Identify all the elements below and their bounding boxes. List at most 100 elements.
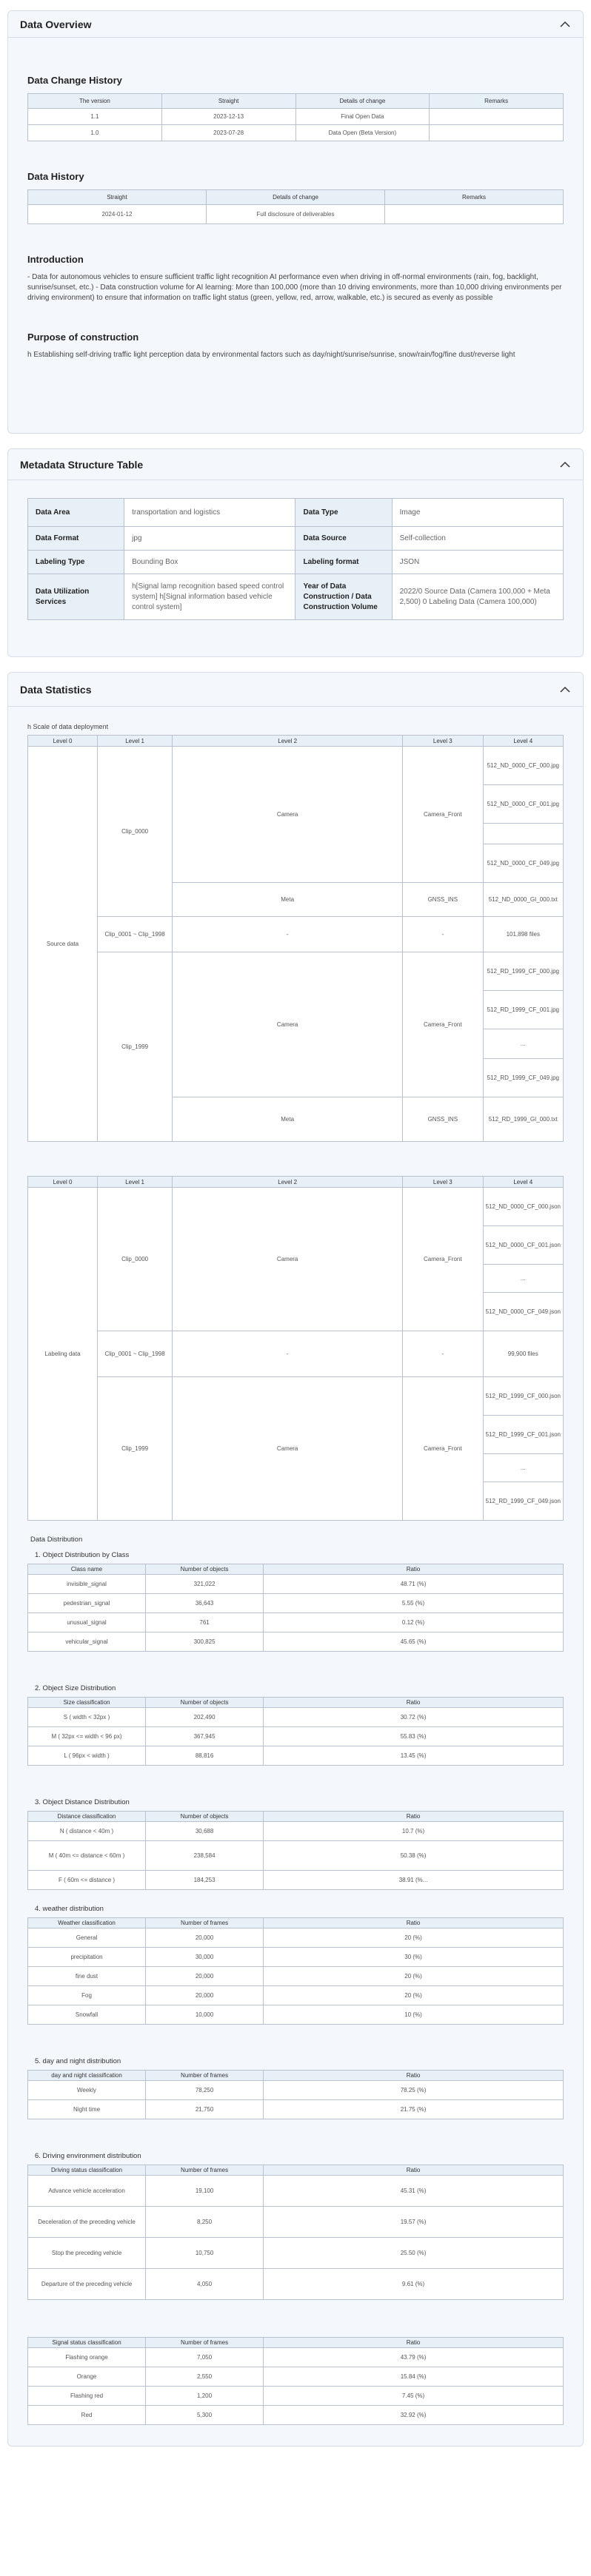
table-cell: precipitation — [27, 1947, 147, 1967]
meta-key: Data Source — [295, 526, 393, 551]
file-name-cell: 512_RD_1999_CF_000.jpg — [482, 952, 564, 991]
table-cell: 38.91 (%... — [263, 1870, 564, 1890]
table-cell: 48.71 (%) — [263, 1574, 564, 1594]
distribution-table: Weather classification Number of frames Ra… — [27, 1917, 564, 2025]
table-cell: 7,050 — [145, 2347, 264, 2367]
level1-cell: Clip_1999 — [96, 952, 173, 1142]
level3-cell: Camera_Front — [402, 1187, 484, 1331]
table-cell: 1.1 — [27, 108, 162, 125]
table-row: Labeling Type Bounding Box Labeling form… — [27, 550, 564, 574]
distribution-block: Signal status classification Number of fr… — [27, 2337, 564, 2425]
distribution-table: Distance classification Number of objects… — [27, 1811, 564, 1890]
distribution-table: Driving status classification Number of f… — [27, 2165, 564, 2300]
column-header: Details of change — [295, 93, 430, 109]
table-row: Advance vehicle acceleration 19,100 45.31 … — [27, 2175, 564, 2207]
table-cell: L ( 96px < width ) — [27, 1746, 147, 1766]
table-cell: 32.92 (%) — [263, 2405, 564, 2425]
column-header: Ratio — [263, 1917, 564, 1928]
meta-value: Bounding Box — [124, 550, 296, 574]
table-cell: 2023-12-13 — [161, 108, 296, 125]
table-row: S ( width < 32px ) 202,490 30.72 (%) — [27, 1707, 564, 1727]
distribution-tables: 1. Object Distribution by Class Class nam… — [27, 1551, 564, 2425]
overview-panel-header[interactable]: Data Overview — [8, 11, 583, 38]
distribution-block: 3. Object Distance Distribution Distance … — [27, 1798, 564, 1890]
table-row: M ( 40m <= distance < 60m ) 238,584 50.38 … — [27, 1840, 564, 1871]
table-cell: pedestrian_signal — [27, 1593, 147, 1613]
file-name-cell: 512_ND_0000_CF_000.jpg — [482, 746, 564, 785]
table-cell: 238,584 — [145, 1840, 264, 1871]
column-header: Distance classification — [27, 1811, 147, 1822]
column-header: Driving status classification — [27, 2165, 147, 2176]
column-header: Ratio — [263, 2337, 564, 2348]
metadata-table: Data Area transportation and logistics D… — [27, 498, 564, 620]
table-row: Data Utilization Services h[Signal lamp … — [27, 574, 564, 620]
table-cell: 30.72 (%) — [263, 1707, 564, 1727]
table-cell: 761 — [145, 1612, 264, 1632]
chevron-up-icon[interactable] — [559, 19, 571, 30]
table-cell: 30 (%) — [263, 1947, 564, 1967]
level3-cell: GNSS_INS — [402, 1097, 484, 1142]
file-name-cell: 512_ND_0000_CF_001.jpg — [482, 784, 564, 824]
table-cell: Flashing orange — [27, 2347, 147, 2367]
file-name-cell: 512_RD_1999_CF_049.jpg — [482, 1058, 564, 1097]
column-header: Number of frames — [145, 2165, 264, 2176]
column-header: Number of objects — [145, 1564, 264, 1575]
table-row: Fog 20,000 20 (%) — [27, 1985, 564, 2005]
table-cell: 2024-01-12 — [27, 204, 207, 224]
meta-key: Labeling format — [295, 550, 393, 574]
column-header: Level 0 — [27, 735, 98, 747]
table-cell: 30,000 — [145, 1947, 264, 1967]
overview-body: Data Change History The version Straight… — [8, 38, 583, 375]
column-header: Weather classification — [27, 1917, 147, 1928]
chevron-up-icon[interactable] — [559, 459, 571, 471]
distribution-block: 5. day and night distribution day and nig… — [27, 2057, 564, 2119]
chevron-up-icon[interactable] — [559, 684, 571, 696]
table-cell: 5.55 (%) — [263, 1593, 564, 1613]
column-header: day and night classification — [27, 2070, 147, 2081]
statistics-body: h Scale of data deployment Level 0 Level… — [8, 707, 583, 2446]
table-cell: 20,000 — [145, 1928, 264, 1948]
meta-key: Labeling Type — [27, 550, 125, 574]
meta-value: h[Signal lamp recognition based speed co… — [124, 574, 296, 620]
metadata-panel-header[interactable]: Metadata Structure Table — [8, 449, 583, 480]
file-name-cell — [482, 823, 564, 844]
table-cell: 202,490 — [145, 1707, 264, 1727]
table-row: Snowfall 10,000 10 (%) — [27, 2005, 564, 2025]
column-header: Level 1 — [96, 1176, 173, 1188]
table-cell: 10 (%) — [263, 2005, 564, 2025]
table-cell: 321,022 — [145, 1574, 264, 1594]
table-cell: Departure of the preceding vehicle — [27, 2268, 147, 2300]
table-cell: vehicular_signal — [27, 1632, 147, 1652]
table-cell: 1.0 — [27, 124, 162, 141]
meta-value: JSON — [391, 550, 564, 574]
meta-key: Data Area — [27, 498, 125, 527]
meta-value: jpg — [124, 526, 296, 551]
table-cell: 78.25 (%) — [263, 2080, 564, 2100]
level3-cell: Camera_Front — [402, 1376, 484, 1521]
column-header: Number of frames — [145, 2070, 264, 2081]
table-row: 1.1 2023-12-13 Final Open Data — [27, 108, 564, 125]
table-cell: unusual_signal — [27, 1612, 147, 1632]
distribution-title: 6. Driving environment distribution — [35, 2152, 141, 2160]
data-history-heading: Data History — [27, 171, 84, 182]
column-header: Level 3 — [402, 735, 484, 747]
level2-cell: Camera — [172, 1376, 404, 1521]
file-name-cell: 512_RD_1999_CF_001.json — [482, 1415, 564, 1454]
level2-cell: Meta — [172, 882, 404, 917]
level2-cell: Meta — [172, 1097, 404, 1142]
distribution-block: 4. weather distribution Weather classific… — [27, 1905, 564, 2025]
table-cell: 30,688 — [145, 1821, 264, 1841]
table-row: N ( distance < 40m ) 30,688 10.7 (%) — [27, 1821, 564, 1841]
level0-cell: Labeling data — [27, 1187, 98, 1521]
file-count-cell: 99,900 files — [482, 1331, 564, 1377]
column-header: Straight — [161, 93, 296, 109]
level1-cell: Clip_0001 ~ Clip_1998 — [96, 916, 173, 952]
table-cell: 25.50 (%) — [263, 2237, 564, 2269]
meta-key: Data Type — [295, 498, 393, 527]
table-cell — [429, 108, 564, 125]
level2-cell: - — [172, 1331, 404, 1377]
file-name-cell: 512_RD_1999_CF_001.jpg — [482, 990, 564, 1029]
table-row: 2024-01-12 Full disclosure of deliverabl… — [27, 204, 564, 224]
statistics-panel-header[interactable]: Data Statistics — [8, 673, 583, 707]
table-cell: 20 (%) — [263, 1966, 564, 1986]
